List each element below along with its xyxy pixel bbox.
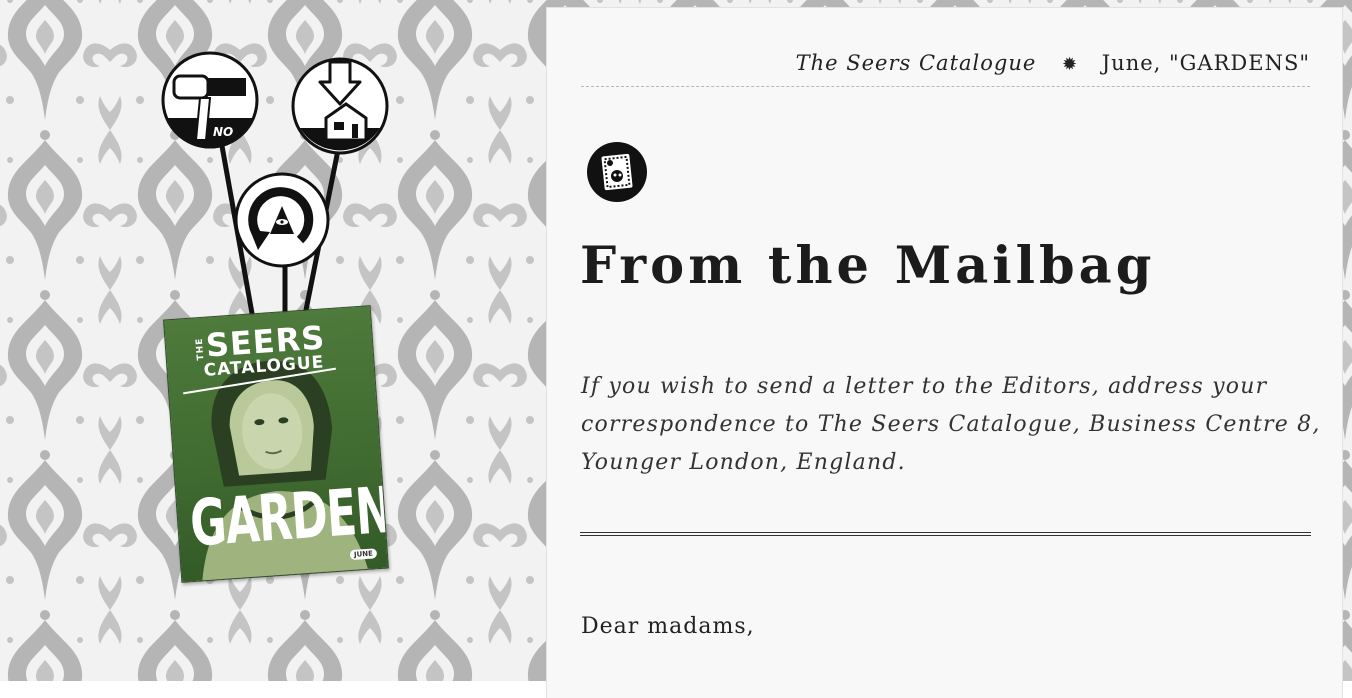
cover-month-badge: JUNE xyxy=(349,548,378,561)
balloon-no-label: NO xyxy=(213,125,233,139)
hand-knife-no-icon: NO xyxy=(161,51,259,149)
publication-name[interactable]: The Seers Catalogue xyxy=(796,51,1037,75)
eye-pyramid-cycle-icon xyxy=(234,172,330,268)
double-rule-divider xyxy=(580,532,1311,536)
star-separator-icon: ✹ xyxy=(1061,54,1079,75)
stamp-icon xyxy=(587,142,647,202)
cover-issue-title: GARDENS xyxy=(187,471,389,562)
magazine-cover[interactable]: THE SEERS CATALOGUE GARDENS JUNE xyxy=(163,305,389,583)
page-title: From the Mailbag xyxy=(580,236,1156,296)
arrow-to-house-icon xyxy=(291,57,389,155)
article-panel: The Seers Catalogue ✹ June, "GARDENS" Fr… xyxy=(547,8,1342,698)
issue-name[interactable]: June, "GARDENS" xyxy=(1102,51,1310,75)
letter-greeting: Dear madams, xyxy=(581,614,755,639)
issue-header: The Seers Catalogue ✹ June, "GARDENS" xyxy=(581,48,1310,87)
intro-paragraph: If you wish to send a letter to the Edit… xyxy=(581,374,1321,475)
